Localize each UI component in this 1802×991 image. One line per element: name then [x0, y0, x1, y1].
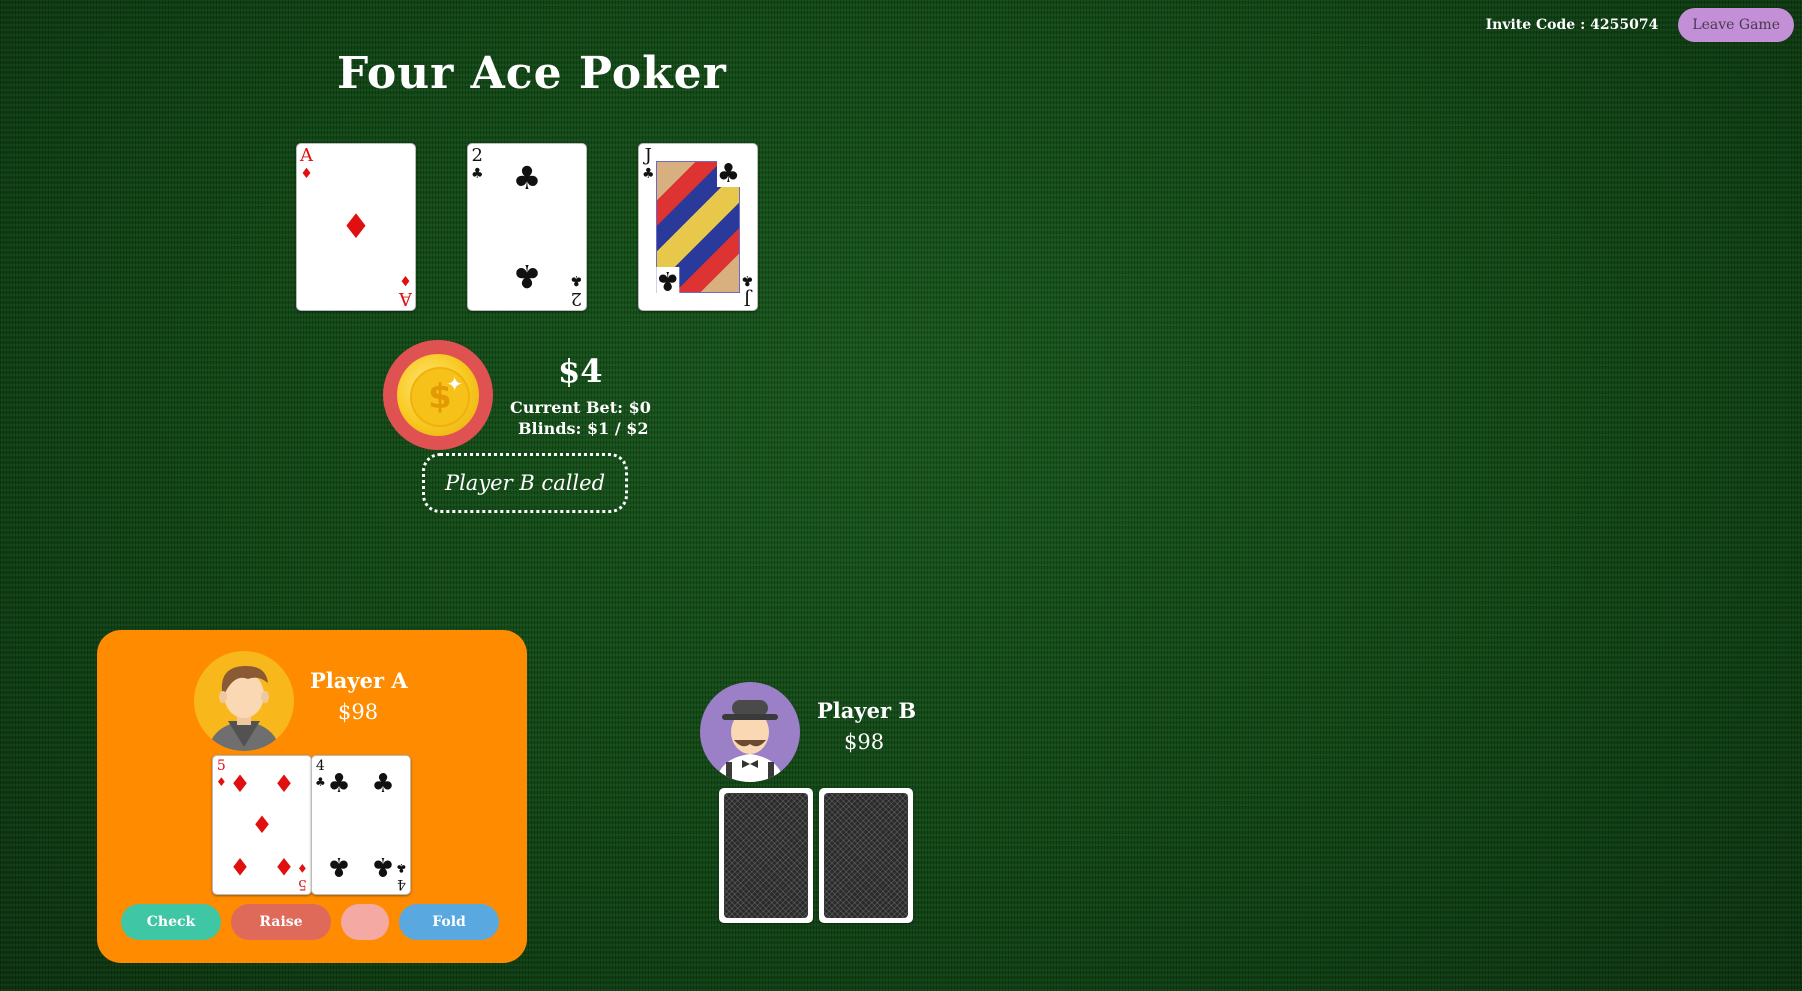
sparkle-icon: ✦	[446, 372, 463, 396]
player-a-panel: Player A $98 5 ♦ ♦ ♦ ♦ ♦ ♦ 5 ♦ 4 ♣ ♣ ♣ ♣ ♣ …	[97, 630, 527, 963]
club-pip-icon: ♣	[371, 851, 395, 881]
club-pip-icon: ♣	[327, 851, 351, 881]
player-a-card-1: 5 ♦ ♦ ♦ ♦ ♦ ♦ 5 ♦	[212, 755, 312, 895]
current-bet: Current Bet: $0	[510, 398, 651, 417]
player-b-chips: $98	[844, 730, 885, 754]
diamond-pip-icon: ♦	[229, 770, 251, 798]
blinds-info: Blinds: $1 / $2	[518, 419, 649, 438]
board-card-2: 2 ♣ ♣ ♣ 2 ♣	[467, 143, 587, 311]
jack-portrait-icon: ♣ ♣	[656, 159, 740, 295]
card-corner: A ♦	[300, 145, 313, 182]
player-b-avatar-icon	[700, 682, 800, 782]
fold-button[interactable]: Fold	[399, 904, 499, 940]
card-back-pattern	[724, 793, 808, 918]
player-b-name: Player B	[817, 698, 917, 723]
card-corner: 5 ♦	[297, 861, 308, 892]
club-pip-icon: ♣	[512, 159, 542, 197]
diamond-pip-icon: ♦	[340, 207, 372, 247]
player-a-avatar-icon	[194, 651, 294, 751]
player-b-card-back-1	[719, 788, 813, 923]
pot-amount: $4	[558, 352, 603, 390]
club-pip-icon: ♣	[512, 257, 542, 295]
club-pip-icon: ♣	[327, 769, 351, 799]
diamond-pip-icon: ♦	[273, 770, 295, 798]
top-bar: Invite Code : 4255074 Leave Game	[1486, 8, 1794, 42]
coin-icon: $ ✦	[397, 354, 479, 436]
status-message: Player B called	[422, 453, 628, 513]
card-corner: J ♣	[741, 272, 754, 309]
raise-amount-button[interactable]	[341, 904, 389, 940]
card-corner: 4 ♣	[315, 758, 326, 789]
board-card-3: ♣ ♣ J ♣ J ♣	[638, 143, 758, 311]
diamond-pip-icon: ♦	[229, 852, 251, 880]
card-corner: 2 ♣	[471, 145, 484, 182]
card-back-pattern	[824, 793, 908, 918]
diamond-pip-icon: ♦	[251, 811, 273, 839]
player-b-card-back-2	[819, 788, 913, 923]
board-card-1: A ♦ ♦ A ♦	[296, 143, 416, 311]
card-corner: 2 ♣	[570, 272, 583, 309]
player-a-name: Player A	[310, 668, 408, 693]
check-button[interactable]: Check	[121, 904, 221, 940]
pot-chip-icon: $ ✦	[383, 340, 493, 450]
player-a-card-2: 4 ♣ ♣ ♣ ♣ ♣ 4 ♣	[311, 755, 411, 895]
card-corner: A ♦	[399, 272, 412, 309]
diamond-pip-icon: ♦	[273, 852, 295, 880]
game-title: Four Ace Poker	[337, 48, 727, 99]
raise-button[interactable]: Raise	[231, 904, 331, 940]
card-corner: 4 ♣	[396, 861, 407, 892]
leave-game-button[interactable]: Leave Game	[1678, 8, 1794, 42]
action-bar: Check Raise Fold	[121, 904, 499, 940]
player-a-chips: $98	[338, 700, 379, 724]
invite-code: Invite Code : 4255074	[1485, 17, 1659, 33]
card-corner: 5 ♦	[216, 758, 227, 789]
card-corner: J ♣	[642, 145, 655, 182]
club-pip-icon: ♣	[371, 769, 395, 799]
